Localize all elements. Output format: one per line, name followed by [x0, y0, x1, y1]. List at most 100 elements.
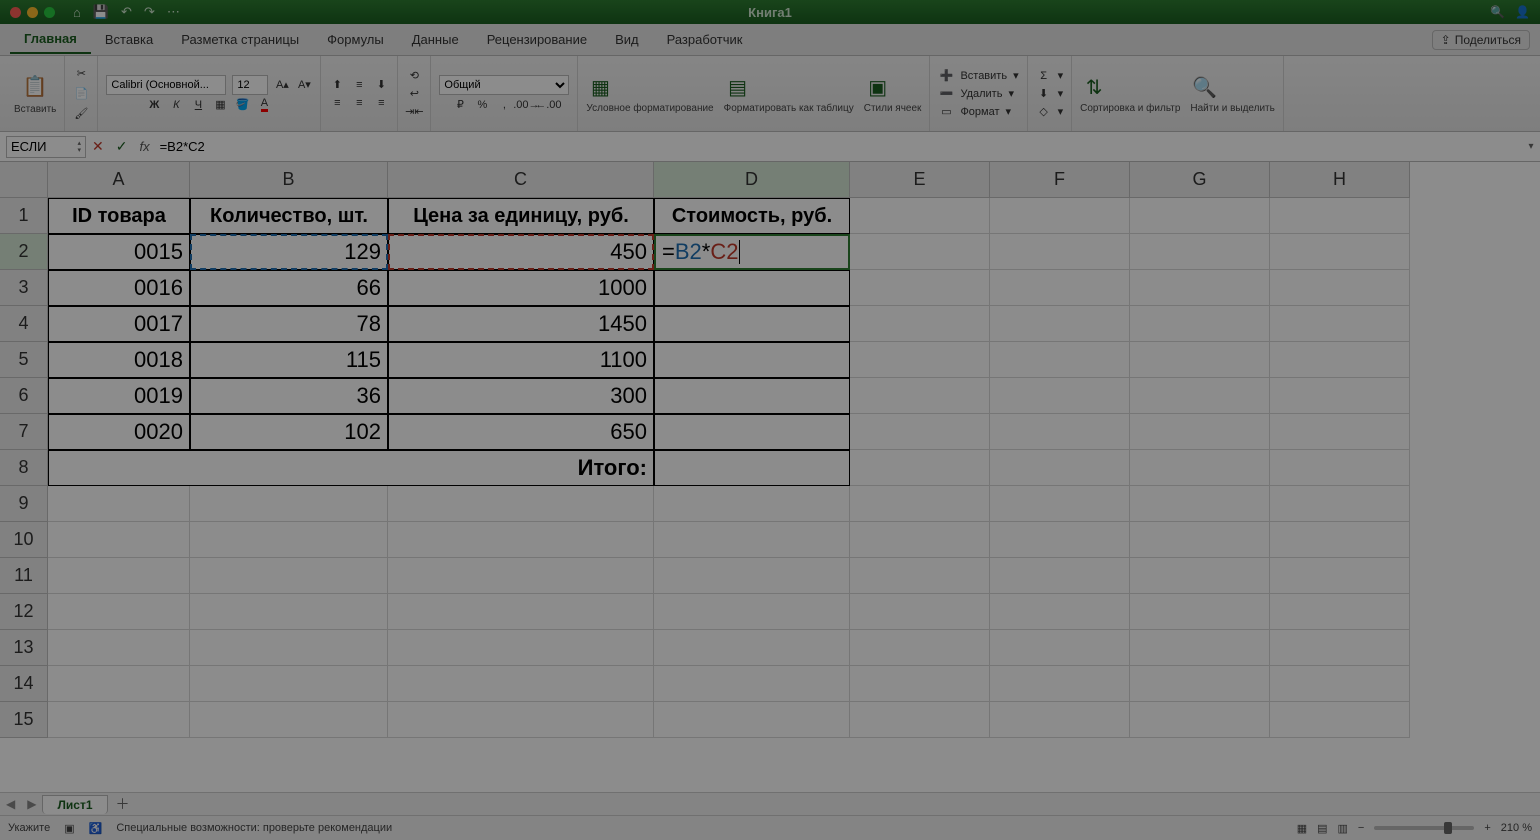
- cell[interactable]: 78: [190, 306, 388, 342]
- column-header[interactable]: G: [1130, 162, 1270, 198]
- accessibility-icon[interactable]: ♿: [89, 822, 103, 835]
- cell[interactable]: [654, 450, 850, 486]
- row-header[interactable]: 15: [0, 702, 48, 738]
- row-header[interactable]: 4: [0, 306, 48, 342]
- cut-icon[interactable]: ✂: [73, 66, 89, 82]
- tab-review[interactable]: Рецензирование: [473, 26, 601, 53]
- cell[interactable]: [990, 414, 1130, 450]
- cell[interactable]: [1270, 666, 1410, 702]
- cell[interactable]: [654, 702, 850, 738]
- cell[interactable]: [850, 342, 990, 378]
- cell[interactable]: [1130, 270, 1270, 306]
- autosum-icon[interactable]: Σ: [1036, 68, 1052, 84]
- cell[interactable]: [1270, 378, 1410, 414]
- row-header[interactable]: 10: [0, 522, 48, 558]
- tab-pagelayout[interactable]: Разметка страницы: [167, 26, 313, 53]
- name-box[interactable]: ЕСЛИ ▴▾: [6, 136, 86, 158]
- cell[interactable]: [850, 234, 990, 270]
- align-top-icon[interactable]: ⬆: [329, 77, 345, 93]
- cell[interactable]: [1270, 630, 1410, 666]
- itogo-label[interactable]: Итого:: [48, 450, 654, 486]
- font-size-input[interactable]: [232, 75, 268, 95]
- italic-icon[interactable]: К: [168, 97, 184, 113]
- cell[interactable]: [48, 558, 190, 594]
- column-header[interactable]: A: [48, 162, 190, 198]
- more-icon[interactable]: ⋯: [167, 4, 180, 20]
- column-header[interactable]: F: [990, 162, 1130, 198]
- cell[interactable]: [850, 522, 990, 558]
- cell[interactable]: [388, 702, 654, 738]
- chevron-down-icon[interactable]: ▾: [1006, 105, 1012, 118]
- cell[interactable]: [1130, 630, 1270, 666]
- cell[interactable]: [990, 270, 1130, 306]
- tab-developer[interactable]: Разработчик: [653, 26, 757, 53]
- cell[interactable]: [388, 522, 654, 558]
- cell[interactable]: [990, 594, 1130, 630]
- format-table-icon[interactable]: ▤: [724, 73, 752, 101]
- view-normal-icon[interactable]: ▦: [1297, 822, 1307, 835]
- find-select-icon[interactable]: 🔍: [1190, 73, 1218, 101]
- cell[interactable]: [48, 702, 190, 738]
- cell[interactable]: [990, 198, 1130, 234]
- cell[interactable]: [48, 486, 190, 522]
- cell[interactable]: 0018: [48, 342, 190, 378]
- cell[interactable]: [388, 486, 654, 522]
- format-painter-icon[interactable]: 🖌: [73, 106, 89, 122]
- row-header[interactable]: 5: [0, 342, 48, 378]
- cell[interactable]: [1130, 414, 1270, 450]
- save-icon[interactable]: 💾: [93, 4, 109, 20]
- home-icon[interactable]: ⌂: [73, 5, 81, 20]
- font-color-icon[interactable]: A: [256, 97, 272, 113]
- cell[interactable]: [1130, 594, 1270, 630]
- tab-insert[interactable]: Вставка: [91, 26, 167, 53]
- clear-icon[interactable]: ◇: [1036, 104, 1052, 120]
- cell[interactable]: [1270, 702, 1410, 738]
- search-icon[interactable]: 🔍: [1490, 5, 1505, 19]
- cell[interactable]: [388, 630, 654, 666]
- cell[interactable]: 0019: [48, 378, 190, 414]
- cell[interactable]: [1130, 486, 1270, 522]
- cell[interactable]: [654, 522, 850, 558]
- comma-icon[interactable]: ,: [496, 97, 512, 113]
- cell[interactable]: [990, 702, 1130, 738]
- cell[interactable]: [190, 486, 388, 522]
- cell[interactable]: [990, 486, 1130, 522]
- cell[interactable]: [190, 702, 388, 738]
- dec-decimal-icon[interactable]: ←.00: [540, 97, 556, 113]
- shrink-font-icon[interactable]: A▾: [296, 77, 312, 93]
- cell[interactable]: [850, 378, 990, 414]
- cell[interactable]: [190, 522, 388, 558]
- cell[interactable]: [1270, 198, 1410, 234]
- cell[interactable]: 115: [190, 342, 388, 378]
- cell[interactable]: 1450: [388, 306, 654, 342]
- view-pagebreak-icon[interactable]: ▥: [1338, 822, 1348, 835]
- zoom-slider[interactable]: [1374, 826, 1474, 830]
- row-header[interactable]: 2: [0, 234, 48, 270]
- bold-icon[interactable]: Ж: [146, 97, 162, 113]
- sheet-nav-next-icon[interactable]: ▶: [21, 797, 42, 811]
- cell[interactable]: [1130, 234, 1270, 270]
- share-top-icon[interactable]: 👤: [1515, 5, 1530, 19]
- tab-view[interactable]: Вид: [601, 26, 653, 53]
- cell[interactable]: [1130, 450, 1270, 486]
- tab-home[interactable]: Главная: [10, 25, 91, 54]
- zoom-out-icon[interactable]: −: [1358, 822, 1364, 834]
- formula-input[interactable]: [156, 139, 1522, 154]
- sort-filter-icon[interactable]: ⇅: [1080, 73, 1108, 101]
- cell[interactable]: [1270, 450, 1410, 486]
- cell[interactable]: [654, 270, 850, 306]
- cell[interactable]: [654, 378, 850, 414]
- cell[interactable]: [654, 630, 850, 666]
- spreadsheet-grid[interactable]: ABCDEFGH1ID товараКоличество, шт.Цена за…: [0, 162, 1540, 792]
- cell[interactable]: [1270, 558, 1410, 594]
- tab-data[interactable]: Данные: [398, 26, 473, 53]
- cell[interactable]: [48, 666, 190, 702]
- row-header[interactable]: 7: [0, 414, 48, 450]
- close-icon[interactable]: [10, 7, 21, 18]
- enter-formula-icon[interactable]: ✓: [116, 138, 128, 155]
- cell[interactable]: [388, 594, 654, 630]
- align-right-icon[interactable]: ≡: [373, 95, 389, 111]
- number-format-select[interactable]: Общий: [439, 75, 569, 95]
- chevron-down-icon[interactable]: ▾: [1013, 69, 1019, 82]
- cell[interactable]: [654, 666, 850, 702]
